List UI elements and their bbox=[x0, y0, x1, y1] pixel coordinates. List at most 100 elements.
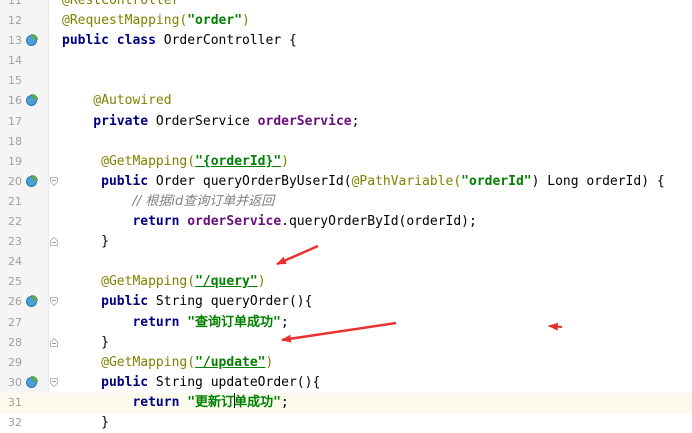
code-line[interactable]: 19 @GetMapping("{orderId}") bbox=[0, 152, 692, 172]
code-line[interactable]: 28 } bbox=[0, 333, 692, 353]
code-line[interactable]: 15 bbox=[0, 71, 692, 91]
spring-bean-icon[interactable] bbox=[26, 375, 38, 389]
line-number: 27 bbox=[8, 315, 22, 329]
fold-marker-close-icon[interactable] bbox=[50, 337, 58, 347]
code-token: orderService bbox=[187, 214, 282, 230]
code-line[interactable]: 22 return orderService.queryOrderById(or… bbox=[0, 212, 692, 232]
code-token: // 根据id查询订单并返回 bbox=[132, 193, 275, 209]
code-token: } bbox=[62, 334, 109, 350]
code-text: @GetMapping("/update") bbox=[62, 353, 273, 373]
code-text: } bbox=[62, 413, 109, 433]
code-token: @RestController bbox=[62, 0, 180, 8]
code-text: public Order queryOrderByUserId(@PathVar… bbox=[62, 172, 665, 192]
code-token: public bbox=[62, 173, 156, 189]
code-token: } bbox=[62, 234, 109, 250]
code-line[interactable]: 24 bbox=[0, 252, 692, 272]
code-line[interactable]: 14 bbox=[0, 51, 692, 71]
code-text: @Autowired bbox=[62, 91, 172, 111]
line-number: 19 bbox=[8, 154, 22, 168]
line-number: 24 bbox=[8, 255, 22, 269]
code-line[interactable]: 23 } bbox=[0, 232, 692, 252]
code-line[interactable]: 13 public class OrderController { bbox=[0, 31, 692, 51]
line-number: 23 bbox=[8, 235, 22, 249]
code-line[interactable]: 11 @RestController bbox=[0, 0, 692, 11]
code-token: ) bbox=[242, 13, 250, 29]
code-line[interactable]: 18 bbox=[0, 132, 692, 152]
line-number: 26 bbox=[8, 295, 22, 309]
fold-marker-open-icon[interactable] bbox=[50, 377, 58, 387]
code-text: public String updateOrder(){ bbox=[62, 373, 320, 393]
code-line[interactable]: 16 @Autowired bbox=[0, 91, 692, 111]
line-number: 20 bbox=[8, 174, 22, 188]
fold-marker-open-icon[interactable] bbox=[50, 297, 58, 307]
code-token: @GetMapping( bbox=[62, 354, 196, 370]
code-editor[interactable]: 11 @RestController 12 @RequestMapping("orde… bbox=[0, 0, 692, 433]
code-token: public class bbox=[62, 33, 164, 49]
spring-bean-icon[interactable] bbox=[26, 174, 38, 188]
code-token: "{orderId}" bbox=[195, 153, 282, 169]
code-token: @Autowired bbox=[62, 93, 172, 109]
code-line[interactable]: 26 public String queryOrder(){ bbox=[0, 292, 692, 312]
line-number: 13 bbox=[8, 34, 22, 48]
code-text: public class OrderController { bbox=[62, 31, 297, 51]
code-line[interactable]: 32 } bbox=[0, 413, 692, 433]
code-line[interactable]: 17 private OrderService orderService; bbox=[0, 112, 692, 132]
code-token: ) Long orderId) { bbox=[531, 173, 665, 189]
line-number: 31 bbox=[8, 395, 22, 409]
code-text: @RequestMapping("order") bbox=[62, 11, 250, 31]
code-token: return bbox=[62, 214, 188, 230]
code-token: private bbox=[62, 113, 156, 129]
code-token: public bbox=[62, 374, 156, 390]
code-token: Order queryOrderByUserId( bbox=[155, 173, 352, 189]
code-text: @GetMapping("/query") bbox=[62, 272, 266, 292]
line-number: 28 bbox=[8, 335, 22, 349]
line-number: 15 bbox=[8, 74, 22, 88]
line-number: 17 bbox=[8, 114, 22, 128]
line-number: 30 bbox=[8, 375, 22, 389]
line-number: 22 bbox=[8, 215, 22, 229]
line-number: 18 bbox=[8, 134, 22, 148]
line-number: 12 bbox=[8, 14, 22, 28]
spring-bean-icon[interactable] bbox=[26, 94, 38, 107]
code-token: OrderController { bbox=[163, 33, 297, 49]
code-text: // 根据id查询订单并返回 bbox=[62, 192, 274, 212]
code-text: @RestController bbox=[62, 0, 179, 11]
fold-marker-close-icon[interactable] bbox=[50, 237, 58, 247]
code-line[interactable]: 25 @GetMapping("/query") bbox=[0, 272, 692, 292]
code-token: String queryOrder(){ bbox=[155, 294, 313, 310]
code-line[interactable]: 12 @RequestMapping("order") bbox=[0, 11, 692, 31]
code-token: @GetMapping( bbox=[62, 153, 196, 169]
code-token: "orderId" bbox=[461, 173, 532, 189]
line-number: 21 bbox=[8, 194, 22, 208]
code-text: } bbox=[62, 232, 109, 252]
code-token: @RequestMapping( bbox=[62, 13, 188, 29]
code-text: @GetMapping("{orderId}") bbox=[62, 152, 289, 172]
code-line[interactable]: 20 public Order queryOrderByUserId(@Path… bbox=[0, 172, 692, 192]
code-token: "/query" bbox=[195, 274, 258, 290]
code-text: } bbox=[62, 333, 109, 353]
code-line[interactable]: 21 // 根据id查询订单并返回 bbox=[0, 192, 692, 212]
code-line[interactable]: 27 return "查询订单成功"; bbox=[0, 313, 692, 333]
code-token: return bbox=[62, 314, 188, 330]
line-number: 25 bbox=[8, 275, 22, 289]
code-token: "order" bbox=[187, 13, 243, 29]
code-token: ) bbox=[257, 274, 266, 290]
line-number: 32 bbox=[8, 415, 22, 429]
code-token: ) bbox=[265, 354, 274, 370]
code-token: ; bbox=[351, 113, 360, 129]
spring-bean-icon[interactable] bbox=[26, 34, 38, 47]
code-line[interactable]: 29 @GetMapping("/update") bbox=[0, 353, 692, 373]
code-token: OrderService bbox=[155, 113, 258, 129]
spring-bean-icon[interactable] bbox=[26, 295, 38, 308]
code-token: .queryOrderById(orderId); bbox=[281, 214, 477, 230]
code-text: public String queryOrder(){ bbox=[62, 292, 312, 312]
code-line[interactable]: 30 public String updateOrder(){ bbox=[0, 373, 692, 393]
code-token: public bbox=[62, 294, 156, 310]
code-text: private OrderService orderService; bbox=[62, 112, 359, 132]
code-token: @GetMapping( bbox=[62, 274, 196, 290]
line-number: 14 bbox=[8, 54, 22, 68]
code-line[interactable]: 31 return "更新订单成功"; bbox=[0, 392, 692, 413]
code-token: ; bbox=[280, 314, 289, 330]
code-text: return "更新订单成功"; bbox=[62, 392, 289, 413]
fold-marker-open-icon[interactable] bbox=[50, 176, 58, 186]
